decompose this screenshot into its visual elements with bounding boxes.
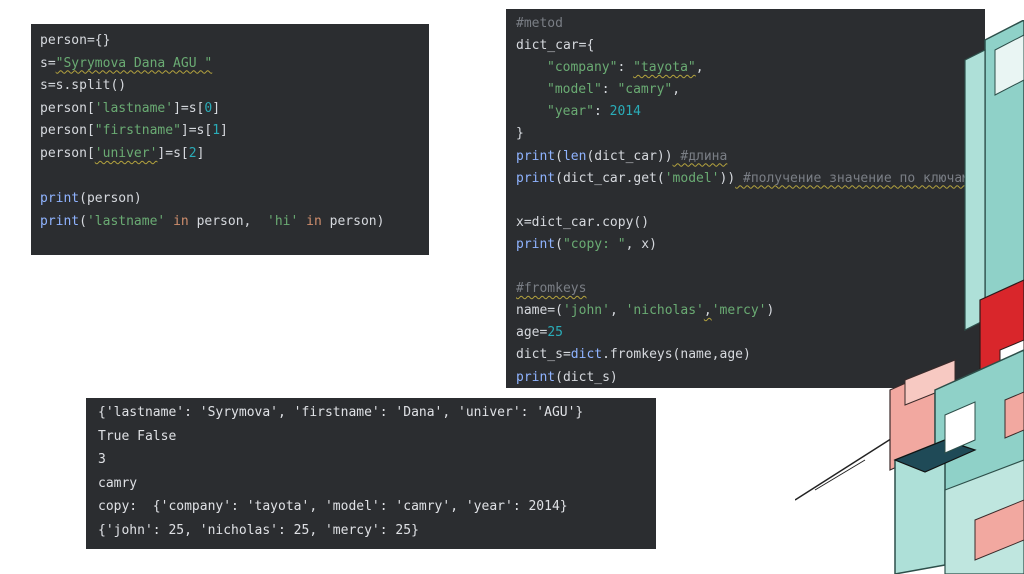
code-line: person={} <box>40 33 111 48</box>
deco-block <box>964 49 986 331</box>
code-line: print('lastname' in person, 'hi' in pers… <box>40 213 385 229</box>
code-line: s=s.split() <box>40 78 127 94</box>
output-line: copy: {'company': 'tayota', 'model': 'ca… <box>98 499 568 515</box>
output-line: camry <box>98 475 138 491</box>
code-line: person['lastname']=s[0] <box>40 100 221 116</box>
code-panel-person: person={} s="Syrymova Dana AGU " s=s.spl… <box>31 24 429 255</box>
code-line: person['univer']=s[2] <box>40 145 205 161</box>
code-line: person["firstname"]=s[1] <box>40 123 228 139</box>
deco-line <box>814 459 866 491</box>
output-line: 3 <box>98 452 106 468</box>
deco-block <box>1004 391 1024 439</box>
deco-line <box>795 429 906 501</box>
output-line: True False <box>98 428 177 444</box>
code-line: s="Syrymova Dana AGU " <box>40 55 213 71</box>
output-line: {'lastname': 'Syrymova', 'firstname': 'D… <box>98 405 584 420</box>
code-line: print(person) <box>40 191 142 207</box>
decorative-blocks-illustration <box>795 20 1024 574</box>
console-output-panel: {'lastname': 'Syrymova', 'firstname': 'D… <box>86 398 656 549</box>
output-line: {'john': 25, 'nicholas': 25, 'mercy': 25… <box>98 522 419 538</box>
